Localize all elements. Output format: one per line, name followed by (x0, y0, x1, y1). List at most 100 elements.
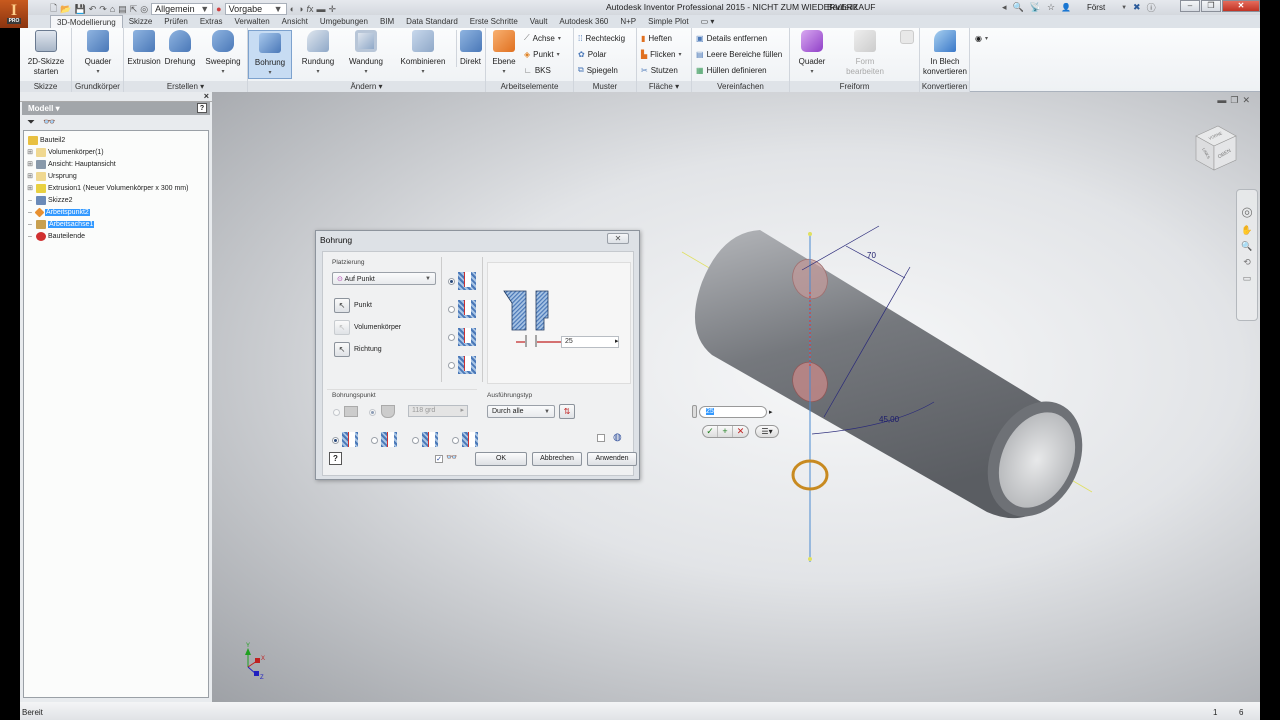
select-volumenkoerper-button[interactable]: ↖ (334, 320, 350, 335)
color-icon[interactable]: ● (216, 4, 221, 14)
hole-type-spotface-radio[interactable] (448, 334, 455, 341)
panel-label-aendern[interactable]: Ändern ▾ (248, 81, 485, 92)
close-browser-icon[interactable]: × (204, 91, 209, 101)
hole-taper-tapped-radio[interactable] (452, 437, 459, 444)
leere-bereiche-button[interactable]: ▤ Leere Bereiche füllen (696, 47, 782, 61)
move-icon[interactable]: ✛ (328, 4, 336, 15)
distance-input[interactable]: 25 (699, 405, 767, 418)
angle-drill-point-radio[interactable] (369, 409, 376, 416)
hole-tapped-radio[interactable] (412, 437, 419, 444)
bohrung-button[interactable]: Bohrung ▾ (248, 30, 292, 79)
ok-button[interactable]: OK (475, 452, 527, 466)
tab-vault[interactable]: Vault (524, 15, 554, 28)
arrow-right-icon[interactable]: ▸ (769, 408, 773, 416)
home-icon[interactable]: ⌂ (110, 4, 115, 14)
arrow-left-icon[interactable]: ◂ (1002, 2, 1007, 13)
user-menu[interactable]: 👤 Först ▼ (1061, 3, 1127, 12)
appearance-select[interactable]: Allgemein ▼ (151, 3, 214, 15)
tab-umgebungen[interactable]: Umgebungen (314, 15, 374, 28)
material-select[interactable]: Vorgabe ▼ (224, 3, 287, 15)
undo-icon[interactable]: ↶ (89, 4, 97, 15)
select-punkt-button[interactable]: ↖ (334, 298, 350, 313)
achse-button[interactable]: ⟋ Achse ▾ (524, 31, 561, 45)
redo-icon[interactable]: ↷ (99, 4, 107, 15)
flicken-button[interactable]: ▙ Flicken ▾ (641, 47, 682, 61)
tab-skizze[interactable]: Skizze (123, 15, 159, 28)
tree-item-arbeitsachse1[interactable]: – Arbeitsachse1 (26, 218, 206, 230)
minimize-button[interactable]: – (1180, 0, 1200, 12)
bks-button[interactable]: ∟ BKS (524, 63, 551, 77)
polar-button[interactable]: ✿ Polar (578, 47, 606, 61)
help-button[interactable]: ? (329, 452, 342, 465)
select-icon[interactable]: ⇱ (130, 4, 138, 15)
tree-item-bauteilende[interactable]: – Bauteilende (26, 230, 206, 242)
freeform-extra-button[interactable] (898, 30, 916, 49)
update-icon[interactable]: ▤ (118, 4, 127, 15)
panel-label-erstellen[interactable]: Erstellen ▾ (124, 81, 247, 92)
drill-angle-input[interactable]: 118 grd ▸ (408, 405, 468, 417)
spiegeln-button[interactable]: ⧉ Spiegeln (578, 63, 618, 77)
tab-simple-plot[interactable]: Simple Plot (642, 15, 694, 28)
punkt-button[interactable]: ◈ Punkt ▾ (524, 47, 560, 61)
expand-icon[interactable]: ⊞ (26, 160, 34, 168)
preview-checkbox[interactable]: ✓ (435, 455, 443, 463)
tab-n-p[interactable]: N+P (614, 15, 642, 28)
in-blech-konvertieren-button[interactable]: In Blech konvertieren (920, 30, 970, 77)
tab-erste-schritte[interactable]: Erste Schritte (464, 15, 524, 28)
ausfuehrungstyp-dropdown[interactable]: Durch alle ▼ (487, 405, 555, 418)
arrow-right-icon[interactable]: ▸ (615, 337, 619, 345)
quader-button[interactable]: Quader ▾ (80, 30, 116, 77)
settings-icon[interactable]: ◎ (140, 4, 148, 15)
tree-item-ursprung[interactable]: ⊞ Ursprung (26, 170, 206, 182)
hole-type-countersink-radio[interactable] (448, 362, 455, 369)
diameter-input[interactable]: 25 (561, 336, 619, 348)
heften-button[interactable]: ▮ Heften (641, 31, 672, 45)
application-menu-button[interactable]: I PRO (0, 0, 28, 28)
mini-options-group[interactable]: ☰▾ (755, 425, 779, 438)
hole-type-counterbore-radio[interactable] (448, 306, 455, 313)
rechteckig-button[interactable]: ⁞⁞ Rechteckig (578, 31, 625, 45)
platzierung-dropdown[interactable]: ⊙ Auf Punkt ▼ (332, 272, 436, 285)
hole-type-simple-radio[interactable] (448, 278, 455, 285)
expand-icon[interactable]: ⊞ (26, 172, 34, 180)
tab-bim[interactable]: BIM (374, 15, 400, 28)
tree-item-arbeitspunkt2[interactable]: – Arbeitspunkt2 (26, 206, 206, 218)
expand-icon[interactable]: ⊞ (26, 184, 34, 192)
tab-verwalten[interactable]: Verwalten (229, 15, 276, 28)
ok-check-icon[interactable]: ✓ (703, 426, 718, 437)
tab-data-standard[interactable]: Data Standard (400, 15, 464, 28)
filter-icon[interactable]: ⏷ (27, 117, 35, 128)
ipart-icon[interactable]: ◍ (613, 432, 622, 443)
clear-icon[interactable]: ◑ (298, 4, 303, 14)
ribbon-display-options[interactable]: ▭ ▾ (695, 15, 721, 28)
measure-icon[interactable]: ▬ (316, 4, 325, 14)
flat-drill-point-radio[interactable] (333, 409, 340, 416)
hole-simple-radio[interactable] (332, 437, 339, 444)
form-bearbeiten-button[interactable]: Form bearbeiten (842, 30, 888, 77)
tab-3d-modellierung[interactable]: 3D-Modellierung (50, 15, 123, 28)
tab-ansicht[interactable]: Ansicht (276, 15, 314, 28)
open-icon[interactable]: 📂 (60, 4, 71, 15)
close-button[interactable]: ✕ (1222, 0, 1260, 12)
stutzen-button[interactable]: ✂ Stutzen (641, 63, 678, 77)
dimension-angle-label[interactable]: 45,00 (879, 415, 900, 424)
direkt-button[interactable]: Direkt (456, 30, 484, 67)
browser-header[interactable]: Modell ▾ ? (22, 102, 210, 115)
ribbon-more-button[interactable]: ◉ ▾ (975, 31, 988, 45)
drehung-button[interactable]: Drehung (162, 30, 198, 67)
expand-icon[interactable]: ⊞ (26, 148, 34, 156)
flip-direction-button[interactable]: ⇅ (559, 404, 575, 419)
tree-item-volumenkoerper[interactable]: ⊞ Volumenkörper(1) (26, 146, 206, 158)
binoculars-icon[interactable]: 👓 (43, 117, 55, 128)
exchange-icon[interactable]: ✖ (1133, 2, 1141, 13)
details-entfernen-button[interactable]: ▣ Details entfernen (696, 31, 767, 45)
select-richtung-button[interactable]: ↖ (334, 342, 350, 357)
cancel-button[interactable]: Abbrechen (532, 452, 582, 466)
search-icon[interactable]: 🔍 (1013, 2, 1024, 13)
tab-extras[interactable]: Extras (194, 15, 229, 28)
tree-item-skizze2[interactable]: – Skizze2 (26, 194, 206, 206)
tree-item-extrusion1[interactable]: ⊞ Extrusion1 (Neuer Volumenkörper x 300 … (26, 182, 206, 194)
freeform-quader-button[interactable]: Quader ▾ (794, 30, 830, 77)
apply-plus-icon[interactable]: + (718, 426, 733, 437)
help-icon[interactable]: ? (197, 103, 207, 113)
